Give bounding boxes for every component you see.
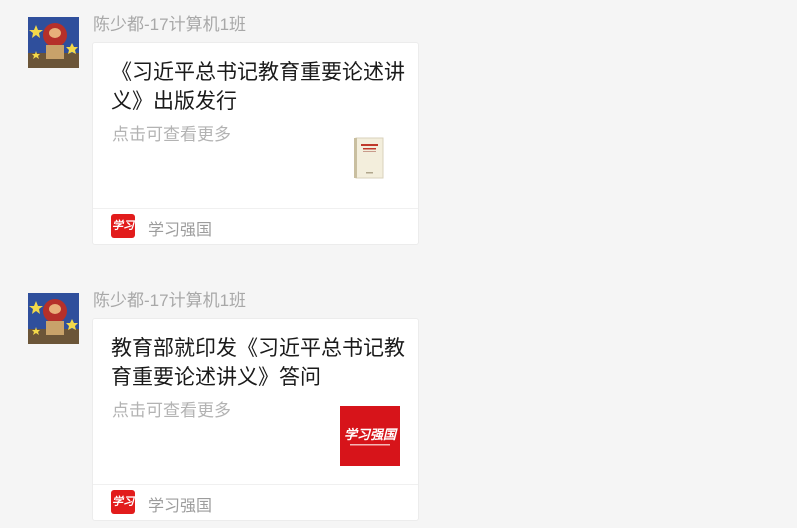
- avatar[interactable]: [28, 293, 79, 344]
- avatar-image: [28, 293, 79, 344]
- source-name: 学习强国: [148, 222, 213, 239]
- card-title: 教育部就印发《习近平总书记教育重要论述讲义》答问: [111, 337, 405, 389]
- card-title: 《习近平总书记教育重要论述讲义》出版发行: [111, 61, 405, 113]
- avatar[interactable]: [28, 17, 79, 68]
- card-footer: 学习 学习强国: [93, 208, 418, 244]
- link-card[interactable]: 《习近平总书记教育重要论述讲义》出版发行 点击可查看更多 学习 学习强国: [92, 42, 419, 245]
- xuexi-logo-icon: 学习: [111, 490, 135, 514]
- chat-area: 陈少都-17计算机1班 《习近平总书记教育重要论述讲义》出版发行 点击可查看更多…: [0, 0, 797, 528]
- sender-name: 陈少都-17计算机1班: [93, 291, 247, 310]
- sender-name: 陈少都-17计算机1班: [93, 15, 247, 34]
- card-description: 点击可查看更多: [112, 401, 231, 420]
- xuexi-logo-thumbnail: 学习强国: [340, 406, 400, 466]
- card-description: 点击可查看更多: [112, 125, 231, 144]
- thumbnail-text: 学习强国: [344, 427, 398, 443]
- xuexi-logo-icon: 学习: [111, 214, 135, 238]
- book-cover-thumbnail: [340, 130, 400, 190]
- source-name: 学习强国: [148, 498, 213, 515]
- card-footer: 学习 学习强国: [93, 484, 418, 520]
- avatar-image: [28, 17, 79, 68]
- link-card[interactable]: 教育部就印发《习近平总书记教育重要论述讲义》答问 点击可查看更多 学习强国 学习…: [92, 318, 419, 521]
